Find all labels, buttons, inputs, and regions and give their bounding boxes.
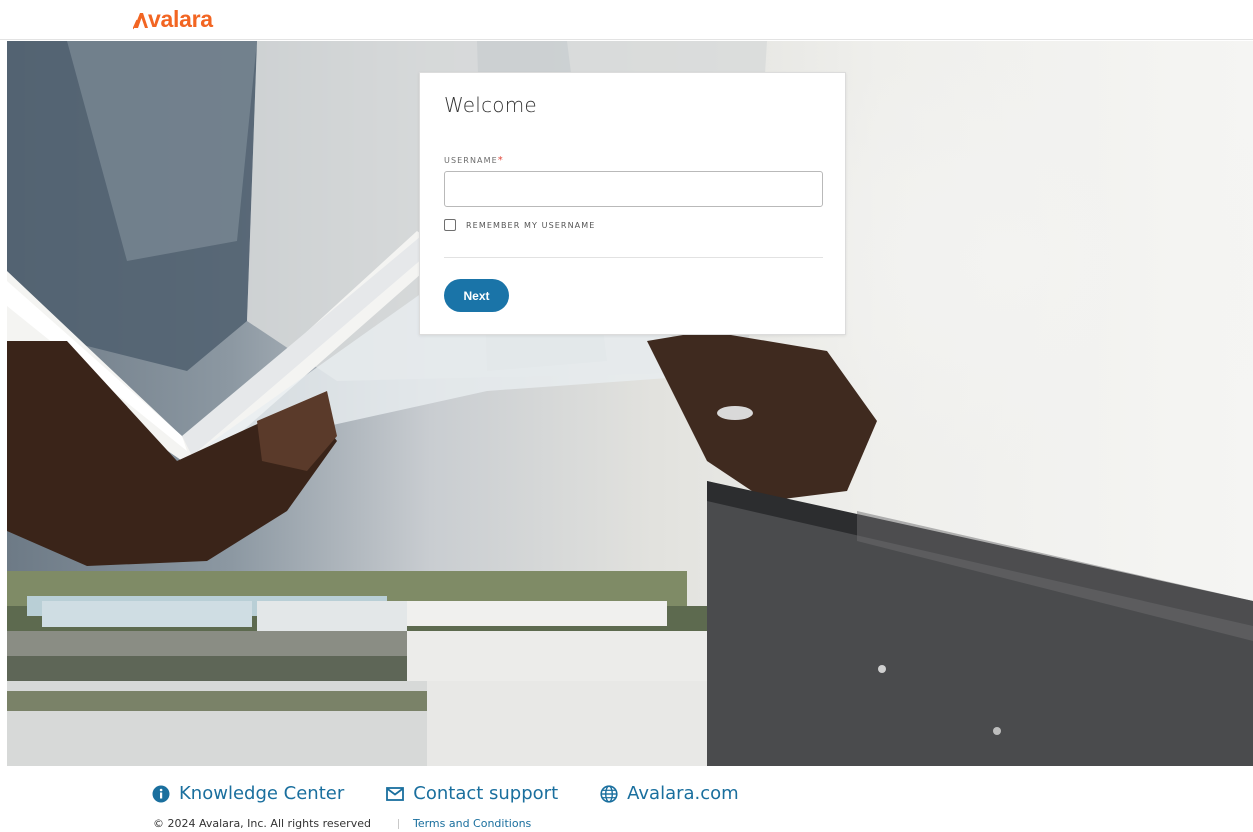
avalara-com-link[interactable]: Avalara.com	[600, 783, 739, 804]
avalara-com-label[interactable]: Avalara.com	[627, 783, 739, 804]
footer-bottom: © 2024 Avalara, Inc. All rights reserved…	[153, 817, 531, 830]
login-card: Welcome USERNAME* REMEMBER MY USERNAME N…	[419, 72, 846, 335]
footer-separator	[397, 818, 399, 829]
globe-icon	[600, 784, 618, 803]
footer-links: Knowledge Center Contact support Avalara…	[152, 783, 781, 804]
terms-and-conditions-link[interactable]: Terms and Conditions	[413, 817, 531, 830]
knowledge-center-label[interactable]: Knowledge Center	[179, 783, 344, 804]
required-marker: *	[497, 155, 504, 166]
info-icon	[152, 785, 170, 803]
username-label: USERNAME*	[444, 155, 504, 166]
header-bar: valara	[0, 0, 1253, 40]
next-button[interactable]: Next	[444, 279, 509, 312]
checkbox-box[interactable]	[444, 219, 456, 231]
avalara-logo[interactable]: valara	[133, 4, 213, 34]
divider	[444, 257, 823, 258]
username-label-text: USERNAME	[444, 156, 498, 165]
logo-mark-icon	[133, 8, 148, 30]
remember-username-checkbox[interactable]: REMEMBER MY USERNAME	[444, 219, 595, 231]
logo-text: valara	[148, 6, 213, 32]
welcome-heading: Welcome	[444, 93, 537, 117]
username-input[interactable]	[444, 171, 823, 207]
remember-username-label[interactable]: REMEMBER MY USERNAME	[466, 221, 595, 230]
knowledge-center-link[interactable]: Knowledge Center	[152, 783, 344, 804]
mail-icon	[386, 786, 405, 801]
contact-support-label[interactable]: Contact support	[413, 783, 558, 804]
copyright-text: © 2024 Avalara, Inc. All rights reserved	[153, 817, 371, 830]
contact-support-link[interactable]: Contact support	[386, 783, 558, 804]
